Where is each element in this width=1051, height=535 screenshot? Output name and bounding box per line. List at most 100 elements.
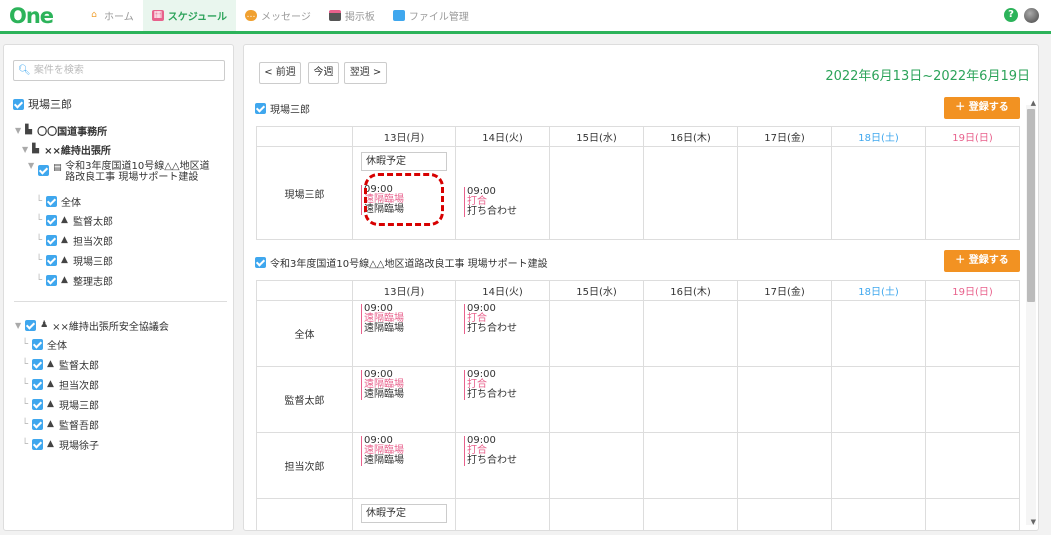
day-cell[interactable]: [831, 366, 926, 433]
day-cell[interactable]: [455, 498, 550, 530]
day-cell[interactable]: 09:00 打合 打ち合わせ: [455, 146, 550, 240]
section-title: 現場三郎: [270, 105, 310, 116]
day-cell[interactable]: [549, 498, 644, 530]
prev-week-button[interactable]: < 前週: [259, 62, 301, 84]
day-cell[interactable]: [831, 498, 926, 530]
app-logo[interactable]: One: [9, 4, 79, 28]
day-cell[interactable]: [925, 498, 1020, 530]
scroll-up-icon[interactable]: ▲: [1031, 99, 1036, 107]
table-row: 監督太郎 09:00 遠隔臨場 遠隔臨場 09:00 打合 打ち合わせ: [256, 366, 1020, 433]
day-cell[interactable]: [737, 366, 832, 433]
avatar[interactable]: [1024, 8, 1039, 23]
day-cell[interactable]: [925, 300, 1020, 367]
schedule-table: 13日(月) 14日(火) 15日(水) 16日(木) 17日(金) 18日(土…: [256, 280, 1020, 530]
tree-member[interactable]: └ ▲ 監督吾郎: [22, 417, 99, 432]
nav-board[interactable]: 掲示板: [320, 0, 384, 31]
tree-member[interactable]: └ ▲ 担当次郎: [22, 377, 99, 392]
day-cell[interactable]: 09:00 遠隔臨場 遠隔臨場: [352, 366, 456, 433]
tree-all[interactable]: └ 全体: [36, 194, 81, 209]
tree-all[interactable]: └ 全体: [22, 337, 67, 352]
event-item[interactable]: 09:00 打合 打ち合わせ: [464, 436, 541, 466]
day-cell[interactable]: [643, 366, 738, 433]
day-cell[interactable]: [831, 432, 926, 499]
tree-council[interactable]: ▼ ♟ ××維持出張所安全協議会: [15, 318, 169, 333]
day-cell[interactable]: [831, 146, 926, 240]
tree-member[interactable]: └ ▲ 現場徐子: [22, 437, 99, 452]
schedule-panel: < 前週 今週 翌週 > 2022年6月13日~2022年6月19日 現場三郎 …: [243, 44, 1039, 531]
collapse-arrow-icon: ▼: [15, 126, 22, 135]
day-cell[interactable]: 09:00 遠隔臨場 遠隔臨場: [352, 300, 456, 367]
day-cell[interactable]: [925, 366, 1020, 433]
tree-label: 全体: [61, 198, 82, 209]
day-cell[interactable]: [831, 300, 926, 367]
day-cell[interactable]: [549, 300, 644, 367]
event-item[interactable]: 09:00 打合 打ち合わせ: [464, 187, 541, 217]
scrollbar-thumb[interactable]: [1027, 109, 1035, 302]
section1-label[interactable]: 現場三郎: [255, 101, 310, 116]
divider: [14, 301, 227, 302]
day-cell[interactable]: [737, 146, 832, 240]
tree-member[interactable]: └ ▲ 監督太郎: [36, 213, 113, 228]
tree-office[interactable]: ▼ ▙ 〇〇国道事務所: [15, 123, 107, 139]
nav-message[interactable]: … メッセージ: [236, 0, 320, 31]
day-header: 13日(月): [352, 126, 456, 147]
register-button[interactable]: ＋ 登録する: [944, 97, 1020, 119]
day-cell[interactable]: [643, 146, 738, 240]
tree-project[interactable]: ▼ ▤ 令和3年度国道10号線△△地区道 路改良工事 現場サポート建設: [28, 161, 210, 183]
home-icon: ⌂: [91, 10, 97, 20]
project-label: 令和3年度国道10号線△△地区道 路改良工事 現場サポート建設: [65, 161, 209, 183]
holiday-event[interactable]: 休暇予定: [361, 504, 447, 523]
day-cell[interactable]: 09:00 打合 打ち合わせ: [455, 300, 550, 367]
day-cell[interactable]: [643, 498, 738, 530]
this-week-button[interactable]: 今週: [308, 62, 339, 84]
project-search-input[interactable]: 🔍︎ 案件を検索: [13, 60, 225, 81]
scroll-down-icon[interactable]: ▼: [1031, 518, 1036, 526]
tree-branch[interactable]: ▼ ▙ ××維持出張所: [22, 142, 111, 158]
self-checkbox-row[interactable]: 現場三郎: [13, 96, 72, 112]
nav-home[interactable]: ⌂ ホーム: [79, 0, 143, 31]
checkbox-icon: [25, 320, 37, 331]
row-name: 全体: [256, 300, 353, 367]
help-icon[interactable]: ?: [1004, 8, 1018, 22]
day-cell[interactable]: [737, 432, 832, 499]
day-cell[interactable]: 09:00 打合 打ち合わせ: [455, 432, 550, 499]
nav-schedule[interactable]: ▦ スケジュール: [142, 0, 237, 31]
day-cell[interactable]: [925, 146, 1020, 240]
event-item[interactable]: 09:00 遠隔臨場 遠隔臨場: [361, 436, 447, 466]
next-week-button[interactable]: 翌週 >: [344, 62, 387, 84]
nav-files[interactable]: ファイル管理: [384, 0, 478, 31]
day-cell[interactable]: 休暇予定: [352, 498, 456, 530]
day-cell[interactable]: [737, 498, 832, 530]
tree-member[interactable]: └ ▲ 整理志郎: [36, 273, 113, 288]
register-button[interactable]: ＋ 登録する: [944, 250, 1020, 272]
day-cell[interactable]: 09:00 遠隔臨場 遠隔臨場: [352, 432, 456, 499]
day-cell[interactable]: [549, 146, 644, 240]
tree-connector: └: [36, 275, 43, 286]
holiday-event[interactable]: 休暇予定: [361, 152, 447, 171]
day-cell[interactable]: 09:00 打合 打ち合わせ: [455, 366, 550, 433]
day-cell[interactable]: [925, 432, 1020, 499]
tree-label: 現場徐子: [59, 441, 100, 452]
event-item[interactable]: 09:00 打合 打ち合わせ: [464, 304, 541, 334]
event-item[interactable]: 09:00 遠隔臨場 遠隔臨場: [361, 304, 447, 334]
tree-label: 担当次郎: [73, 237, 114, 248]
tree-connector: └: [36, 235, 43, 246]
tree-label: ××維持出張所: [44, 146, 111, 157]
tree-member[interactable]: └ ▲ 監督太郎: [22, 357, 99, 372]
event-item[interactable]: 09:00 打合 打ち合わせ: [464, 370, 541, 400]
day-header: 14日(火): [455, 126, 550, 147]
tree-member[interactable]: └ ▲ 担当次郎: [36, 233, 113, 248]
day-cell[interactable]: [643, 300, 738, 367]
event-item[interactable]: 09:00 遠隔臨場 遠隔臨場: [361, 370, 447, 400]
day-cell[interactable]: [549, 366, 644, 433]
message-icon: …: [245, 10, 258, 21]
day-cell[interactable]: [549, 432, 644, 499]
tree-label: 全体: [47, 341, 68, 352]
section2-label[interactable]: 令和3年度国道10号線△△地区道路改良工事 現場サポート建設: [255, 255, 548, 270]
checkbox-icon: [46, 196, 58, 207]
day-cell[interactable]: [643, 432, 738, 499]
tree-member[interactable]: └ ▲ 現場三郎: [36, 253, 113, 268]
table-row: 休暇予定: [256, 498, 1020, 530]
day-cell[interactable]: [737, 300, 832, 367]
tree-member[interactable]: └ ▲ 現場三郎: [22, 397, 99, 412]
